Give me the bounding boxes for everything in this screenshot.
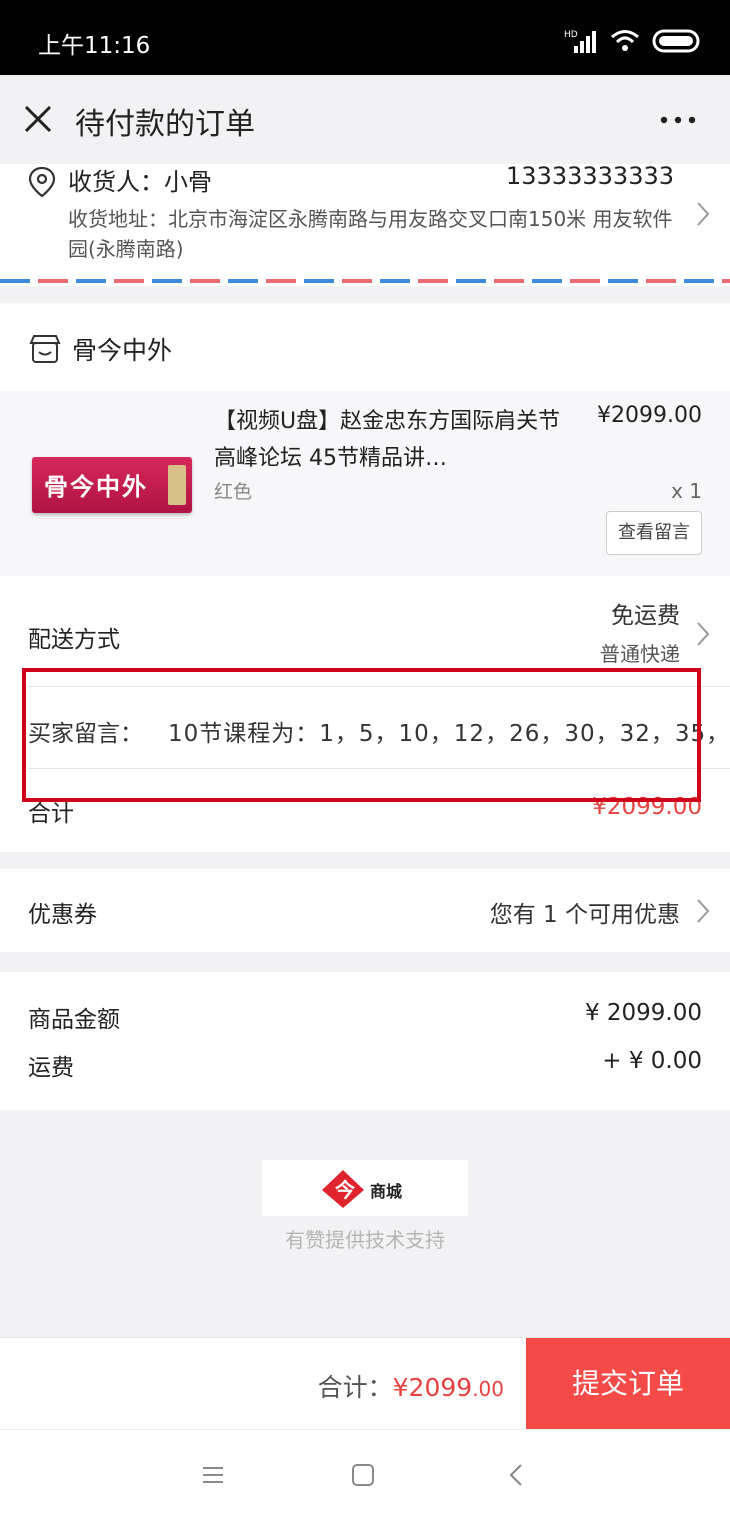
more-icon[interactable] <box>658 105 698 135</box>
address-stripe-divider <box>0 279 730 283</box>
shipping-label: 配送方式 <box>28 627 120 653</box>
coupon-label: 优惠券 <box>28 902 97 928</box>
tech-support-text: 有赞提供技术支持 <box>285 1228 445 1252</box>
svg-text:HD: HD <box>564 30 578 40</box>
freight-label: 运费 <box>28 1055 74 1081</box>
brand-logo-box: 今 商城 <box>262 1160 468 1216</box>
usb-connector <box>168 465 186 505</box>
shop-name: 骨今中外 <box>72 336 173 365</box>
title-bar: 待付款的订单 <box>0 75 730 164</box>
shop-row: 骨今中外 <box>0 303 730 391</box>
product-image: 骨今中外 <box>32 457 192 513</box>
submit-order-button[interactable]: 提交订单 <box>526 1338 730 1430</box>
product-spec: 红色 <box>214 481 253 503</box>
goods-amount-label: 商品金额 <box>28 1007 120 1033</box>
battery-icon <box>652 29 700 53</box>
shop-icon <box>29 335 61 363</box>
coupon-row[interactable]: 优惠券 您有 1 个可用优惠 <box>0 869 730 952</box>
product-quantity: x 1 <box>671 479 702 503</box>
coupon-value: 您有 1 个可用优惠 <box>489 902 680 928</box>
price-summary: 商品金额 ¥ 2099.00 运费 + ¥ 0.00 <box>0 972 730 1110</box>
footer-total: 合计：¥2099.00 <box>318 1368 504 1404</box>
product-item[interactable]: 骨今中外 【视频U盘】赵金忠东方国际肩关节高峰论坛 45节精品讲… ¥2099.… <box>0 391 730 576</box>
system-nav-bar <box>0 1429 730 1517</box>
chevron-right-icon <box>697 202 710 226</box>
product-title: 【视频U盘】赵金忠东方国际肩关节高峰论坛 45节精品讲… <box>214 409 561 471</box>
home-icon[interactable] <box>350 1462 376 1488</box>
shipping-method: 普通快递 <box>600 642 680 666</box>
footer-total-label: 合计： <box>317 1373 393 1402</box>
order-details-card: 配送方式 免运费 普通快递 买家留言： 10节课程为：1，5，10，12，26，… <box>0 576 730 852</box>
menu-icon[interactable] <box>200 1462 226 1488</box>
wifi-icon <box>611 30 639 51</box>
close-icon[interactable] <box>20 101 56 137</box>
receiver-name: 收货人：小骨 <box>68 168 212 196</box>
receiver-phone: 13333333333 <box>506 162 674 190</box>
freight-value: + ¥ 0.00 <box>602 1048 702 1074</box>
svg-text:今: 今 <box>335 1178 356 1202</box>
product-image-text: 骨今中外 <box>44 472 148 501</box>
goods-amount-value: ¥ 2099.00 <box>584 1000 702 1026</box>
address-detail: 收货地址：北京市海淀区永腾南路与用友路交叉口南150米 用友软件园(永腾南路) <box>68 207 673 261</box>
shipping-value[interactable]: 免运费 <box>611 596 680 630</box>
mall-logo-icon: 今 <box>322 1170 364 1208</box>
location-icon <box>28 166 56 198</box>
back-icon[interactable] <box>504 1462 530 1488</box>
status-bar: 上午11:16 HD <box>0 0 730 75</box>
status-time: 上午11:16 <box>38 33 151 59</box>
chevron-right-icon <box>697 899 710 923</box>
product-price: ¥2099.00 <box>597 403 702 428</box>
mall-logo-text: 商城 <box>370 1182 403 1201</box>
chevron-right-icon <box>697 622 710 646</box>
footer-total-cents: .00 <box>472 1377 504 1401</box>
status-icons: HD <box>564 26 700 56</box>
footer-total-price: ¥2099 <box>392 1373 473 1402</box>
hd-signal-icon: HD <box>564 30 596 53</box>
page-title: 待付款的订单 <box>75 107 255 142</box>
highlight-annotation-box <box>22 668 701 802</box>
checkout-footer: 合计：¥2099.00 提交订单 <box>0 1337 730 1430</box>
view-message-button[interactable]: 查看留言 <box>606 511 702 555</box>
